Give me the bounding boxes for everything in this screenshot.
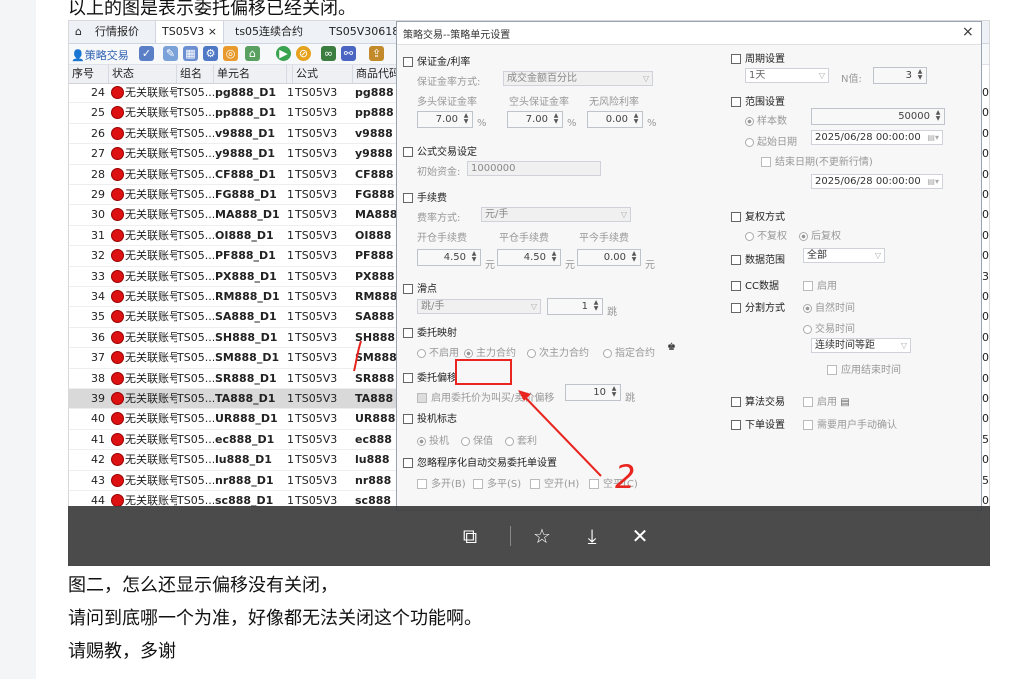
annotation-layer bbox=[353, 340, 602, 477]
post-line-2: 请问到底哪一个为准，好像都无法关闭这个功能啊。 bbox=[68, 608, 482, 629]
annotation-arrow-head bbox=[518, 390, 531, 401]
screenshot-image: ⌂ 行情报价 TS05V3 × ts05连续合约 TS05V30618 👤策略交… bbox=[68, 20, 990, 566]
image-viewer-toolbar: ⧉ ☆ ⤓ ✕ bbox=[68, 506, 990, 566]
left-gutter bbox=[0, 0, 36, 679]
annotation-red-stroke bbox=[353, 340, 362, 372]
post-line-3: 请赐教，多谢 bbox=[68, 641, 176, 662]
post-line-1: 图二，怎么还显示偏移没有关闭， bbox=[68, 575, 338, 596]
post-top-line: 以上的图是表示委托偏移已经关闭。 bbox=[68, 0, 356, 16]
annotation-arrow-line bbox=[520, 392, 602, 477]
star-icon[interactable]: ☆ bbox=[530, 524, 554, 548]
download-icon[interactable]: ⤓ bbox=[580, 524, 604, 548]
open-original-icon[interactable]: ⧉ bbox=[458, 524, 482, 548]
close-icon[interactable]: ✕ bbox=[628, 524, 652, 548]
viewer-separator bbox=[510, 526, 511, 546]
annotation-number-2: 2 bbox=[615, 458, 636, 496]
